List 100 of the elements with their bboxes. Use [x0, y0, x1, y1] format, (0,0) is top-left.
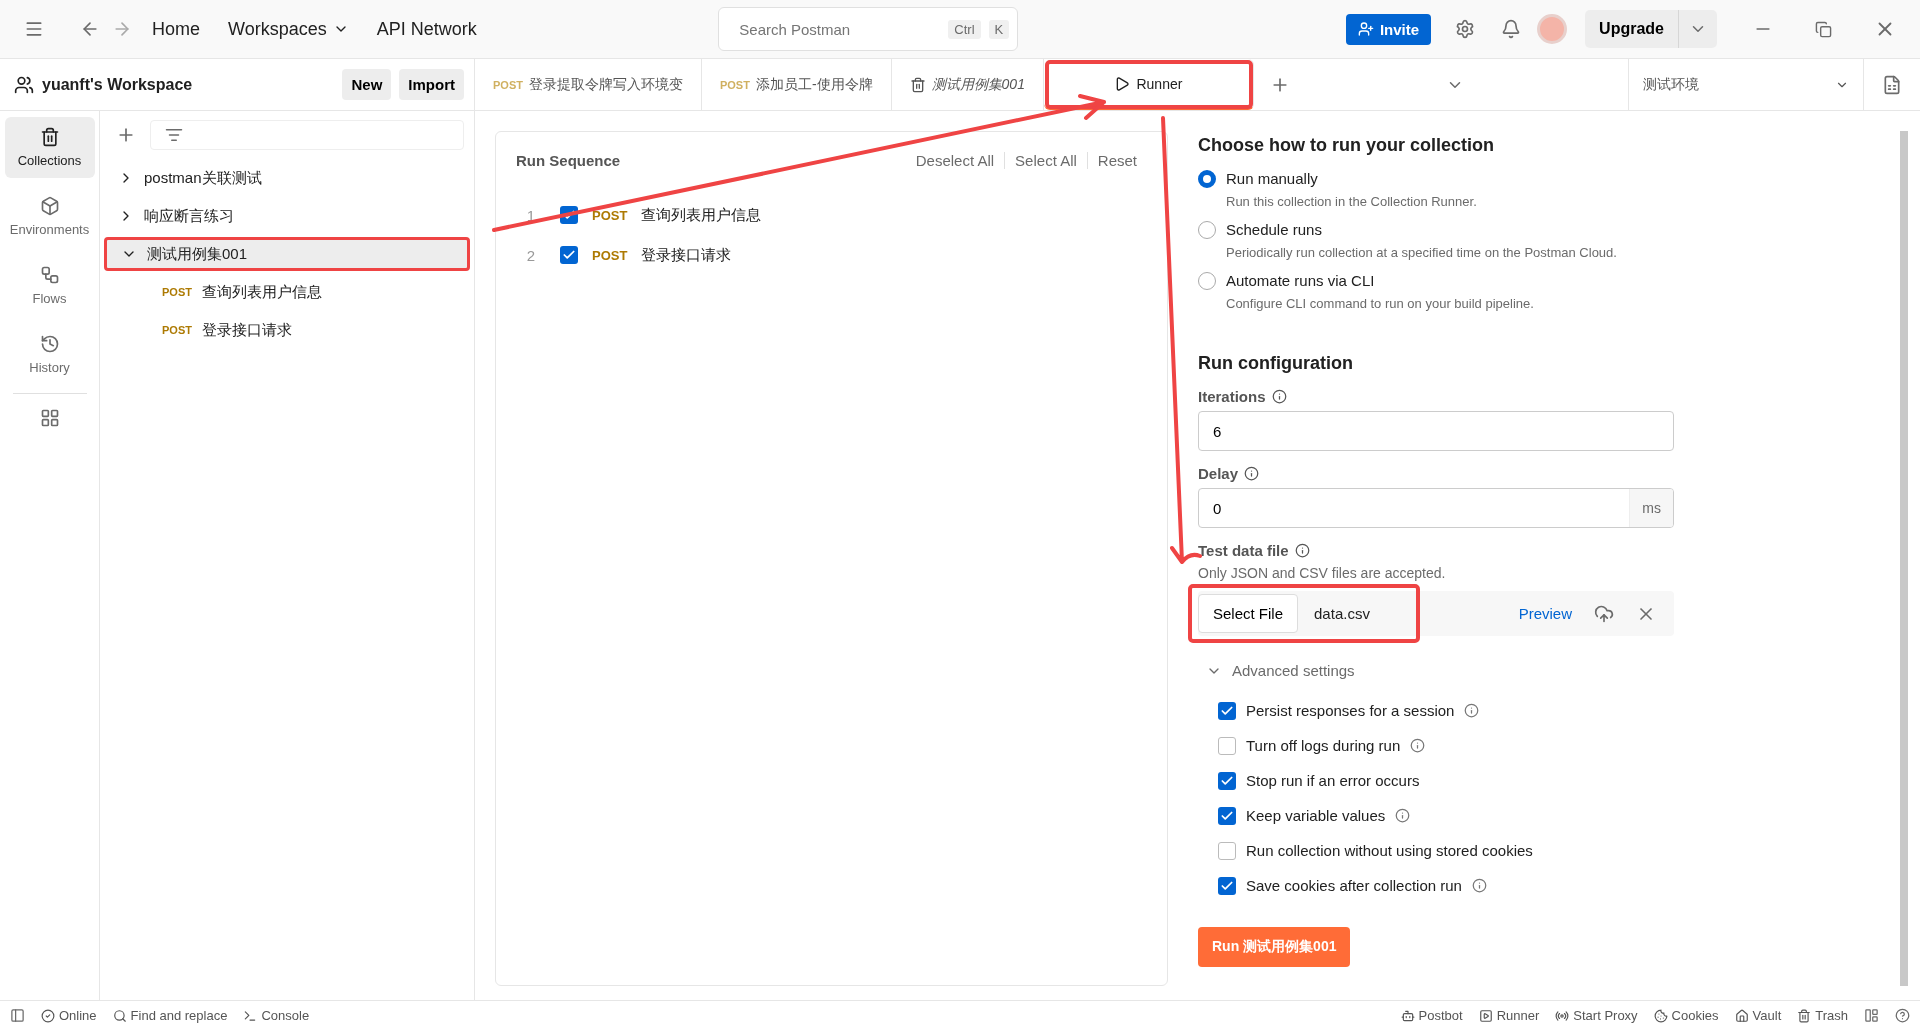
- status-icon: [1400, 1008, 1415, 1023]
- sidebar-item[interactable]: Environments: [4, 186, 95, 247]
- request-name: 查询列表用户信息: [641, 205, 762, 225]
- option-description: Periodically run collection at a specified time on the Postman Cloud.: [1226, 245, 1618, 260]
- checkbox[interactable]: [1218, 771, 1236, 790]
- info-icon[interactable]: [1271, 389, 1287, 404]
- editor-tab[interactable]: 测试用例集001: [891, 59, 1044, 110]
- option-label: Keep variable values: [1246, 807, 1386, 824]
- collection-item[interactable]: 响应断言练习: [104, 199, 470, 233]
- editor-tab[interactable]: POST 登录提取令牌写入环境变: [475, 59, 702, 110]
- checkbox[interactable]: [1218, 806, 1236, 825]
- status-item[interactable]: Trash: [1797, 1008, 1848, 1023]
- filter-icon: [165, 126, 183, 144]
- sidebar-item[interactable]: Collections: [4, 117, 95, 178]
- nav-link[interactable]: API Network: [362, 18, 491, 40]
- filter-field[interactable]: [150, 120, 464, 150]
- field-label: Test data file: [1198, 542, 1289, 559]
- user-plus-icon: [1357, 21, 1374, 37]
- status-icon: [1555, 1008, 1570, 1023]
- option-label: Persist responses for a session: [1246, 702, 1455, 719]
- nav-link[interactable]: Home: [138, 18, 214, 40]
- status-item[interactable]: Postbot: [1400, 1008, 1463, 1023]
- field-hint: Only JSON and CSV files are accepted.: [1198, 565, 1447, 581]
- status-item[interactable]: Online: [41, 1008, 97, 1023]
- method-label: POST: [592, 247, 628, 263]
- delay-box[interactable]: 0 ms: [1198, 488, 1674, 528]
- row-number: 2: [525, 246, 537, 264]
- option-label: Run manually: [1226, 170, 1319, 188]
- checkbox[interactable]: [1218, 701, 1236, 720]
- option-label: Automate runs via CLI: [1226, 272, 1376, 290]
- checkbox[interactable]: [1218, 736, 1236, 755]
- play-icon: [1114, 75, 1131, 92]
- workspace-name: yuanft's Workspace: [42, 75, 194, 94]
- status-item[interactable]: Console: [243, 1008, 310, 1023]
- option-label: Turn off logs during run: [1246, 737, 1401, 754]
- info-icon[interactable]: [1410, 738, 1426, 753]
- field-label: Iterations: [1198, 388, 1266, 405]
- collection-item[interactable]: 测试用例集001: [104, 237, 470, 271]
- search-field[interactable]: Search Postman: [737, 19, 941, 39]
- status-icon: [41, 1008, 55, 1023]
- status-icon: [1734, 1008, 1749, 1023]
- checkbox[interactable]: [1218, 841, 1236, 860]
- info-icon[interactable]: [1464, 703, 1480, 718]
- option-label: Schedule runs: [1226, 221, 1323, 239]
- method-label: POST: [719, 78, 750, 91]
- check-icon: [562, 248, 576, 262]
- method-label: POST: [592, 207, 628, 223]
- radio-button[interactable]: [1198, 170, 1216, 188]
- select-file-button[interactable]: Select File: [1198, 594, 1299, 633]
- status-item[interactable]: Start Proxy: [1555, 1008, 1638, 1023]
- sequence-action[interactable]: Select All: [1004, 152, 1087, 169]
- option-label: Run collection without using stored cookies: [1246, 842, 1533, 859]
- people-icon: [14, 74, 34, 95]
- status-item[interactable]: Runner: [1478, 1008, 1540, 1023]
- sequence-action[interactable]: Reset: [1086, 152, 1147, 169]
- method-label: POST: [493, 78, 523, 91]
- editor-tab[interactable]: POST 添加员工-使用令牌: [701, 59, 892, 110]
- search-box[interactable]: Search Postman Ctrl K: [718, 7, 1019, 51]
- sidebar-item[interactable]: Flows: [4, 255, 95, 316]
- status-icon: [1653, 1008, 1668, 1023]
- status-item[interactable]: Find and replace: [112, 1008, 228, 1023]
- file-name: data.csv: [1313, 605, 1371, 622]
- field-label: Delay: [1198, 465, 1239, 482]
- workspace-button[interactable]: Import: [399, 69, 464, 100]
- status-item[interactable]: Vault: [1734, 1008, 1782, 1023]
- request-name: 登录接口请求: [641, 245, 732, 265]
- editor-tab[interactable]: Runner: [1043, 59, 1254, 110]
- checkbox[interactable]: [560, 246, 578, 264]
- section-title: Choose how to run your collection: [1198, 135, 1495, 156]
- option-label: Save cookies after collection run: [1246, 877, 1462, 894]
- status-icon: [1478, 1008, 1493, 1023]
- request-item[interactable]: POST 登录接口请求: [104, 313, 470, 347]
- status-icon: [112, 1008, 127, 1023]
- preview-link[interactable]: Preview: [1518, 605, 1572, 622]
- shortcut-key: K: [988, 19, 1010, 39]
- help-icon[interactable]: [1895, 1008, 1910, 1023]
- status-item[interactable]: Cookies: [1653, 1008, 1719, 1023]
- sequence-action[interactable]: Deselect All: [905, 152, 1005, 169]
- collection-item[interactable]: postman关联测试: [104, 161, 470, 195]
- workspace-button[interactable]: New: [342, 69, 392, 100]
- section-title: Run configuration: [1198, 353, 1354, 374]
- nav-link[interactable]: Workspaces: [214, 18, 363, 40]
- section-title: Run Sequence: [516, 152, 622, 169]
- info-icon[interactable]: [1395, 808, 1411, 823]
- option-description: Configure CLI command to run on your build pipeline.: [1226, 296, 1535, 311]
- info-icon[interactable]: [1244, 466, 1260, 481]
- environment-select[interactable]: 测试环境: [1628, 59, 1863, 110]
- sidebar-item[interactable]: History: [4, 324, 95, 385]
- iterations-box[interactable]: 6: [1198, 411, 1674, 451]
- option-description: Run this collection in the Collection Runner.: [1226, 194, 1478, 209]
- advanced-settings-toggle[interactable]: Advanced settings: [1206, 662, 1900, 679]
- checkbox[interactable]: [1218, 876, 1236, 895]
- invite-button[interactable]: Invite: [1345, 13, 1432, 45]
- request-item[interactable]: POST 查询列表用户信息: [104, 275, 470, 309]
- sidebar-toggle-icon[interactable]: [10, 1008, 25, 1023]
- shortcut-key: Ctrl: [948, 19, 981, 39]
- info-icon[interactable]: [1294, 543, 1310, 558]
- option-label: Stop run if an error occurs: [1246, 772, 1420, 789]
- info-icon[interactable]: [1471, 878, 1487, 893]
- layout-icon[interactable]: [1864, 1008, 1879, 1023]
